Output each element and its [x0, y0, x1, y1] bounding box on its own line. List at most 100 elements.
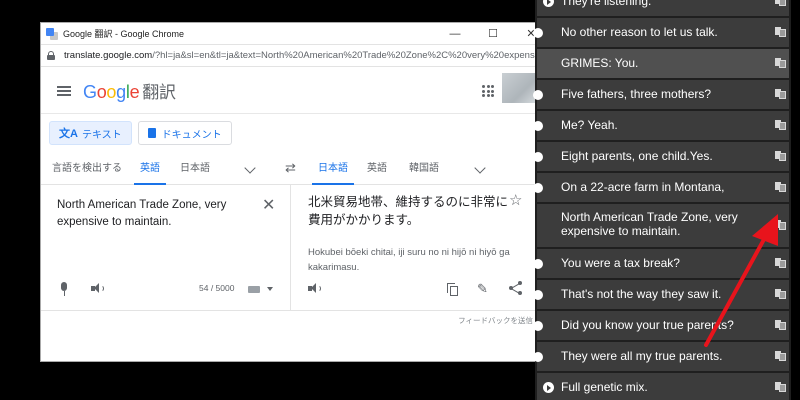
translate-line-icon[interactable] — [775, 182, 786, 192]
source-language-chevron-down-icon[interactable] — [244, 162, 256, 174]
subtitle-row[interactable]: They're listening. — [537, 0, 789, 16]
subtitle-text: They were all my true parents. — [561, 349, 723, 363]
subtitle-text: That's not the way they saw it. — [561, 287, 722, 301]
logo-letter: o — [96, 82, 107, 102]
play-icon[interactable] — [543, 0, 554, 7]
subtitle-row[interactable]: That's not the way they saw it. — [533, 280, 789, 309]
url-text[interactable]: translate.google.com/?hl=ja&sl=en&tl=ja&… — [64, 50, 550, 61]
translate-line-icon[interactable] — [775, 58, 786, 68]
title-bar[interactable]: Google 翻訳 - Google Chrome — ☐ ✕ — [41, 23, 550, 45]
keyboard-icon[interactable] — [248, 286, 260, 293]
character-counter: 54 / 5000 — [199, 283, 235, 293]
translate-line-icon[interactable] — [775, 220, 786, 230]
copy-translation-icon[interactable] — [447, 283, 459, 296]
tab-target-english[interactable]: 英語 — [367, 152, 387, 185]
minimize-button[interactable]: — — [436, 28, 474, 40]
source-text-input[interactable]: North American Trade Zone, very expensiv… — [57, 197, 247, 231]
tab-target-korean[interactable]: 韓国語 — [409, 152, 439, 185]
line-marker-icon — [533, 321, 543, 331]
subtitle-text: GRIMES: You. — [561, 56, 639, 70]
edit-translation-pencil-icon[interactable]: ✎ — [477, 281, 488, 297]
source-listen-speaker-icon[interactable] — [91, 283, 104, 294]
target-listen-speaker-icon[interactable] — [308, 283, 321, 294]
logo-letter: e — [129, 82, 140, 102]
menu-icon[interactable] — [57, 85, 71, 96]
maximize-button[interactable]: ☐ — [474, 27, 512, 40]
translate-line-icon[interactable] — [775, 89, 786, 99]
subtitle-row[interactable]: Full genetic mix. — [537, 373, 789, 400]
apps-grid-icon[interactable] — [482, 85, 494, 97]
translate-line-icon[interactable] — [775, 120, 786, 130]
translate-line-icon[interactable] — [775, 0, 786, 6]
line-marker-icon — [533, 28, 543, 38]
documents-mode-button[interactable]: ドキュメント — [137, 121, 232, 145]
translate-line-icon[interactable] — [775, 320, 786, 330]
subtitle-panel: They're listening. No other reason to le… — [533, 0, 791, 400]
subtitle-text: Five fathers, three mothers? — [561, 87, 712, 101]
url-path: /?hl=ja&sl=en&tl=ja&text=North%20America… — [152, 50, 549, 61]
url-host: translate.google.com — [64, 50, 153, 61]
mode-bar: 文A テキスト ドキュメント — [41, 114, 541, 152]
keyboard-caret-down-icon[interactable] — [267, 287, 273, 291]
address-bar[interactable]: translate.google.com/?hl=ja&sl=en&tl=ja&… — [41, 45, 550, 67]
subtitle-text: North American Trade Zone, very expensiv… — [561, 210, 738, 238]
translate-line-icon[interactable] — [775, 27, 786, 37]
logo-letter: g — [116, 82, 126, 102]
translate-line-icon[interactable] — [775, 151, 786, 161]
chrome-window: Google 翻訳 - Google Chrome — ☐ ✕ translat… — [40, 22, 551, 362]
subtitle-row[interactable]: You were a tax break? — [533, 249, 789, 278]
subtitle-row[interactable]: GRIMES: You. — [537, 49, 789, 78]
send-feedback-link[interactable]: フィードバックを送信 — [458, 315, 533, 326]
subtitle-row[interactable]: North American Trade Zone, very expensiv… — [537, 204, 789, 247]
subtitle-row[interactable]: Five fathers, three mothers? — [533, 80, 789, 109]
line-marker-icon — [533, 259, 543, 269]
logo-letter: G — [83, 82, 97, 102]
line-marker-icon — [533, 121, 543, 131]
clear-source-icon[interactable]: ✕ — [262, 195, 275, 215]
share-icon[interactable] — [509, 281, 523, 295]
translate-line-icon[interactable] — [775, 382, 786, 392]
tab-source-japanese[interactable]: 日本語 — [180, 152, 210, 185]
subtitle-row[interactable]: No other reason to let us talk. — [533, 18, 789, 47]
language-bar: 言語を検出する 英語 日本語 ⇄ 日本語 英語 韓国語 — [41, 152, 541, 185]
translate-line-icon[interactable] — [775, 351, 786, 361]
subtitle-row[interactable]: Me? Yeah. — [533, 111, 789, 140]
text-mode-button[interactable]: 文A テキスト — [49, 121, 132, 145]
screen: Google 翻訳 - Google Chrome — ☐ ✕ translat… — [0, 0, 800, 400]
subtitle-text: No other reason to let us talk. — [561, 25, 718, 39]
google-logo[interactable]: Google 翻訳 — [83, 78, 176, 103]
subtitle-text: You were a tax break? — [561, 256, 680, 270]
tab-detect-language[interactable]: 言語を検出する — [52, 152, 122, 185]
subtitle-row[interactable]: Eight parents, one child.Yes. — [533, 142, 789, 171]
window-title: Google 翻訳 - Google Chrome — [63, 29, 185, 39]
source-pane: North American Trade Zone, very expensiv… — [41, 185, 291, 311]
subtitle-text: Me? Yeah. — [561, 118, 618, 132]
subtitle-row[interactable]: They were all my true parents. — [533, 342, 789, 371]
tab-target-japanese[interactable]: 日本語 — [312, 152, 354, 185]
swap-languages-icon[interactable]: ⇄ — [285, 160, 296, 176]
subtitle-row[interactable]: On a 22-acre farm in Montana, — [533, 173, 789, 202]
lock-icon — [47, 51, 55, 60]
document-icon — [147, 128, 156, 138]
google-translate-favicon-icon — [46, 27, 58, 40]
logo-suffix: 翻訳 — [142, 83, 176, 102]
play-icon[interactable] — [543, 382, 554, 393]
translate-line-icon[interactable] — [775, 258, 786, 268]
tab-source-english[interactable]: 英語 — [134, 152, 166, 185]
subtitle-text: Full genetic mix. — [561, 380, 648, 394]
line-marker-icon — [533, 90, 543, 100]
microphone-icon[interactable] — [60, 282, 68, 296]
line-marker-icon — [533, 290, 543, 300]
subtitle-text: Eight parents, one child.Yes. — [561, 149, 713, 163]
subtitle-row[interactable]: Did you know your true parents? — [533, 311, 789, 340]
translated-text: 北米貿易地帯、維持するのに非常に費用がかかります。 — [308, 195, 509, 227]
line-marker-icon — [533, 183, 543, 193]
save-translation-star-icon[interactable]: ☆ — [509, 191, 522, 209]
translate-line-icon[interactable] — [775, 289, 786, 299]
target-language-chevron-down-icon[interactable] — [474, 162, 486, 174]
avatar[interactable] — [502, 73, 538, 103]
documents-mode-label: ドキュメント — [161, 129, 222, 141]
translate-icon: 文A — [59, 128, 78, 140]
line-marker-icon — [533, 152, 543, 162]
subtitle-text: Did you know your true parents? — [561, 318, 734, 332]
